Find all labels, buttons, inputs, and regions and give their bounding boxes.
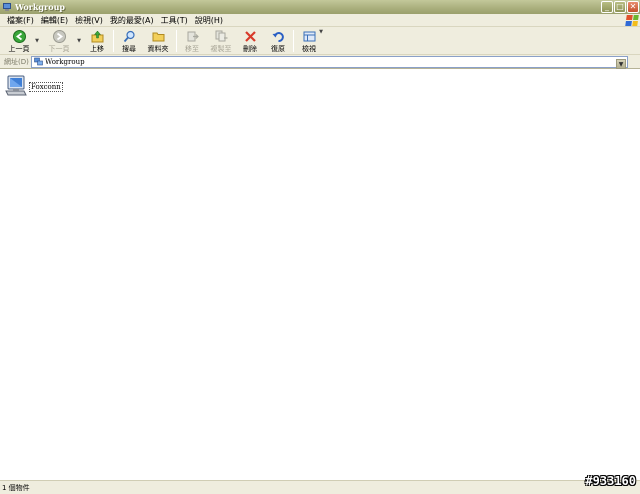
- address-bar: 網址(D) Workgroup ▼: [0, 55, 640, 69]
- folders-button[interactable]: 資料夾: [144, 28, 172, 54]
- up-button[interactable]: 上移: [85, 28, 109, 54]
- computer-icon: [4, 74, 28, 98]
- forward-arrow-icon: [52, 29, 66, 43]
- back-button[interactable]: 上一頁 ▼: [4, 28, 39, 54]
- move-to-button[interactable]: 移至: [181, 28, 203, 54]
- search-icon: [122, 30, 136, 43]
- up-label: 上移: [90, 44, 104, 53]
- maximize-button[interactable]: □: [614, 1, 626, 13]
- toolbar-separator: [113, 29, 114, 52]
- move-to-icon: [185, 30, 199, 43]
- delete-label: 刪除: [243, 44, 257, 53]
- back-dropdown-icon[interactable]: ▼: [35, 38, 39, 44]
- views-button[interactable]: 檢視 ▼: [298, 28, 323, 54]
- toolbar: 上一頁 ▼ 下一頁 ▼ 上移 搜尋 資料夾 移至 複製至 刪除 復原 檢視 ▼: [0, 27, 640, 55]
- status-bar: 1 個物件: [0, 480, 640, 494]
- back-label: 上一頁: [8, 44, 30, 53]
- menu-edit[interactable]: 編輯(E): [41, 15, 68, 26]
- delete-button[interactable]: 刪除: [239, 28, 261, 54]
- move-to-label: 移至: [185, 44, 199, 53]
- item-label: Foxconn: [29, 82, 63, 92]
- delete-icon: [243, 30, 257, 43]
- menu-tools[interactable]: 工具(T): [161, 15, 188, 26]
- forward-dropdown-icon[interactable]: ▼: [77, 38, 81, 44]
- undo-button[interactable]: 復原: [267, 28, 289, 54]
- toolbar-separator: [176, 29, 177, 52]
- folders-icon: [151, 30, 165, 43]
- address-value: Workgroup: [45, 58, 85, 66]
- menu-file[interactable]: 檔案(F): [7, 15, 34, 26]
- copy-to-label: 複製至: [210, 44, 232, 53]
- address-input[interactable]: Workgroup ▼: [31, 56, 628, 69]
- back-arrow-icon: [12, 29, 26, 43]
- status-text: 1 個物件: [2, 483, 30, 492]
- search-button[interactable]: 搜尋: [118, 28, 140, 54]
- search-label: 搜尋: [122, 44, 136, 53]
- forward-button[interactable]: 下一頁 ▼: [42, 28, 81, 54]
- window-controls: _ □ ✕: [601, 1, 639, 13]
- views-label: 檢視: [302, 44, 316, 53]
- address-label: 網址(D): [4, 57, 29, 66]
- menu-view[interactable]: 檢視(V): [75, 15, 103, 26]
- list-item[interactable]: Foxconn: [4, 74, 63, 98]
- forward-label: 下一頁: [48, 44, 70, 53]
- undo-icon: [271, 30, 285, 43]
- menu-favorites[interactable]: 我的最愛(A): [110, 15, 154, 26]
- network-icon: [34, 57, 43, 68]
- toolbar-separator: [293, 29, 294, 52]
- watermark: #933160: [585, 474, 636, 488]
- copy-to-icon: [214, 30, 228, 43]
- minimize-button[interactable]: _: [601, 1, 613, 13]
- undo-label: 復原: [271, 44, 285, 53]
- views-dropdown-icon[interactable]: ▼: [319, 29, 323, 35]
- title-bar: Workgroup _ □ ✕: [0, 0, 640, 14]
- folders-label: 資料夾: [147, 44, 169, 53]
- views-icon: [302, 30, 316, 43]
- address-dropdown-icon[interactable]: ▼: [616, 59, 626, 69]
- window-title: Workgroup: [15, 2, 65, 12]
- folder-up-icon: [90, 30, 104, 43]
- file-view[interactable]: Foxconn: [0, 69, 640, 480]
- close-button[interactable]: ✕: [627, 1, 639, 13]
- copy-to-button[interactable]: 複製至: [207, 28, 235, 54]
- windows-logo-icon: [625, 15, 639, 26]
- menu-bar: 檔案(F) 編輯(E) 檢視(V) 我的最愛(A) 工具(T) 說明(H): [0, 14, 640, 27]
- network-icon: [2, 2, 12, 12]
- menu-help[interactable]: 說明(H): [195, 15, 223, 26]
